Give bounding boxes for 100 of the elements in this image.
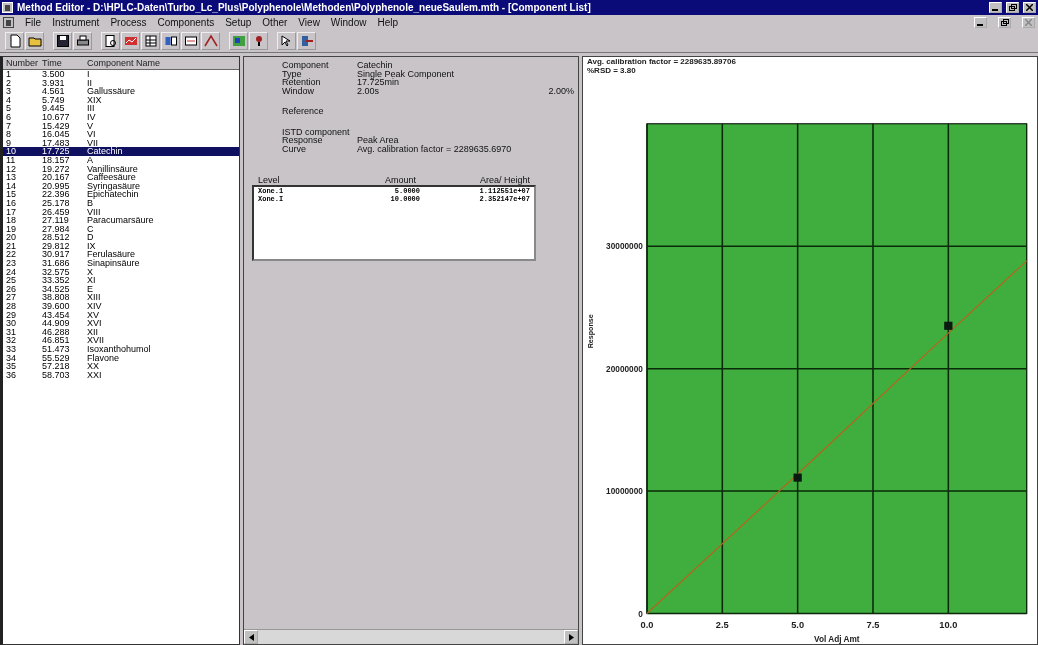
menu-item[interactable]: View bbox=[298, 17, 320, 28]
list-row[interactable]: 6 10.677 IV bbox=[3, 112, 239, 122]
table-cell-text: 5 bbox=[5, 104, 12, 113]
list-row[interactable]: 12 19.272 Vanillinsäure bbox=[3, 164, 239, 174]
list-row[interactable]: 27 38.808 XIII bbox=[3, 293, 239, 303]
toolbar-button[interactable] bbox=[53, 32, 72, 50]
list-row[interactable]: 9 17.483 VII bbox=[3, 138, 239, 148]
field-value: Catechin bbox=[357, 61, 394, 70]
toolbar-button[interactable] bbox=[297, 32, 316, 50]
list-row[interactable]: 18 27.119 Paracumarsäure bbox=[3, 216, 239, 225]
toolbar-button[interactable] bbox=[5, 32, 24, 50]
new-file-icon bbox=[7, 34, 22, 48]
table-cell-text: 46.288 bbox=[41, 327, 71, 337]
menu-item[interactable]: Window bbox=[330, 17, 367, 28]
table-cell-text: 30.917 bbox=[41, 250, 71, 260]
table-cell-text: 14 bbox=[5, 181, 17, 191]
list-row[interactable]: 15 22.396 Epichatechin bbox=[3, 190, 239, 199]
x-tick-label: 10.0 bbox=[939, 619, 958, 630]
minimize-button[interactable] bbox=[989, 2, 1002, 13]
list-row[interactable]: 21 29.812 IX bbox=[3, 241, 239, 251]
list-row[interactable]: 26 34.525 E bbox=[3, 284, 239, 294]
field-label: Window bbox=[282, 86, 315, 95]
list-row[interactable]: 13 20.167 Caffeesäure bbox=[3, 173, 239, 182]
list-row[interactable]: 8 16.045 VI bbox=[3, 130, 239, 139]
list-row[interactable]: 22 30.917 Ferulasäure bbox=[3, 250, 239, 260]
column-header[interactable]: Number bbox=[3, 57, 39, 69]
list-row[interactable]: 10 17.725 Catechin bbox=[3, 147, 239, 156]
list-row[interactable]: 14 20.995 Syringasäure bbox=[3, 181, 239, 191]
list-row[interactable]: 7 15.429 V bbox=[3, 121, 239, 131]
field-label: Curve bbox=[282, 144, 306, 153]
list-row[interactable]: 16 25.178 B bbox=[3, 198, 239, 208]
list-row[interactable]: 17 26.459 VIII bbox=[3, 207, 239, 217]
toolbar-button[interactable] bbox=[201, 32, 220, 50]
table-cell-text: 10 bbox=[5, 147, 17, 156]
toolbar-button[interactable] bbox=[73, 32, 92, 50]
minimize-button[interactable] bbox=[974, 17, 987, 28]
menu-item[interactable]: Components bbox=[157, 17, 215, 28]
table-cell-text: 25 bbox=[5, 276, 17, 285]
list-row[interactable]: 4 5.749 XIX bbox=[3, 95, 239, 105]
chart-caption: Avg. calibration factor = 2289635.89706 bbox=[586, 57, 737, 66]
exit-icon bbox=[299, 34, 314, 48]
list-row[interactable]: 2 3.931 II bbox=[3, 78, 239, 88]
column-header[interactable]: Component Name bbox=[84, 57, 239, 69]
column-header[interactable]: Time bbox=[39, 57, 84, 69]
table-cell-text: 3.500 bbox=[41, 70, 66, 79]
table-cell-text: 4.561 bbox=[41, 87, 66, 96]
list-row[interactable]: 32 46.851 XVII bbox=[3, 336, 239, 345]
scroll-right-button[interactable] bbox=[564, 630, 578, 644]
restore-button[interactable] bbox=[998, 17, 1011, 28]
list-row[interactable]: 11 18.157 A bbox=[3, 155, 239, 165]
restore-icon bbox=[1000, 19, 1009, 26]
list-row[interactable]: 31 46.288 XII bbox=[3, 327, 239, 337]
table-cell-text: Sinapinsäure bbox=[86, 259, 141, 268]
table-cell-text: 27 bbox=[5, 293, 17, 303]
list-row[interactable]: 20 28.512 D bbox=[3, 233, 239, 242]
restore-icon bbox=[1008, 4, 1017, 11]
list-row[interactable]: 29 43.454 XV bbox=[3, 310, 239, 320]
toolbar-button[interactable] bbox=[101, 32, 120, 50]
table-cell-text: 58.703 bbox=[41, 370, 71, 380]
restore-button[interactable] bbox=[1006, 2, 1019, 13]
list-row[interactable]: 35 57.218 XX bbox=[3, 362, 239, 371]
table-cell-text: Catechin bbox=[86, 147, 124, 156]
list-row[interactable]: 28 39.600 XIV bbox=[3, 302, 239, 311]
menu-item[interactable]: Process bbox=[110, 17, 147, 28]
table-cell-text: 20.995 bbox=[41, 181, 71, 191]
table-cell-text: 35 bbox=[5, 362, 17, 371]
list-row[interactable]: 23 31.686 Sinapinsäure bbox=[3, 259, 239, 268]
toolbar-button[interactable] bbox=[277, 32, 296, 50]
table-cell-text: 31.686 bbox=[41, 259, 71, 268]
list-row[interactable]: 3 4.561 Gallussäure bbox=[3, 87, 239, 96]
data-point bbox=[793, 473, 802, 482]
list-row[interactable]: 36 58.703 XXI bbox=[3, 370, 239, 380]
menu-item[interactable]: Other bbox=[262, 17, 288, 28]
table-cell-text: Flavone bbox=[86, 353, 121, 363]
list-row[interactable]: 1 3.500 I bbox=[3, 70, 239, 79]
list-row[interactable]: 25 33.352 XI bbox=[3, 276, 239, 285]
list-row[interactable]: 5 9.445 III bbox=[3, 104, 239, 113]
field-value: 2.00s bbox=[357, 86, 381, 95]
scroll-left-button[interactable] bbox=[244, 630, 258, 644]
y-axis-title: Response bbox=[587, 314, 596, 349]
menu-item[interactable]: Setup bbox=[225, 17, 252, 28]
chart-icon bbox=[123, 34, 138, 48]
table-cell-text: I bbox=[86, 70, 91, 79]
list-row[interactable]: 34 55.529 Flavone bbox=[3, 353, 239, 363]
list-row[interactable]: 33 51.473 Isoxanthohumol bbox=[3, 345, 239, 354]
table-cell-text: 34 bbox=[5, 353, 17, 363]
table-cell-text: 2 bbox=[5, 78, 12, 88]
table-cell-text: 17 bbox=[5, 207, 17, 217]
window-title: Method Editor - D:\HPLC-Daten\Turbo_Lc_Plus\Polyphenole\Methoden\Polyphenole_neueSaulem.mth - [Component List] bbox=[17, 2, 592, 13]
close-button[interactable] bbox=[1023, 2, 1036, 13]
table-cell-text: IV bbox=[86, 112, 97, 122]
list-row[interactable]: 19 27.984 C bbox=[3, 224, 239, 234]
menu-item[interactable]: File bbox=[25, 17, 42, 28]
list-row[interactable]: 30 44.909 XVI bbox=[3, 319, 239, 328]
menu-item[interactable]: Instrument bbox=[52, 17, 100, 28]
list-row[interactable]: 24 32.575 X bbox=[3, 267, 239, 277]
chart-caption: %RSD = 3.80 bbox=[586, 66, 637, 75]
toolbar-button[interactable] bbox=[141, 32, 160, 50]
menu-item[interactable]: Help bbox=[377, 17, 398, 28]
table-cell-text: 33 bbox=[5, 345, 17, 354]
